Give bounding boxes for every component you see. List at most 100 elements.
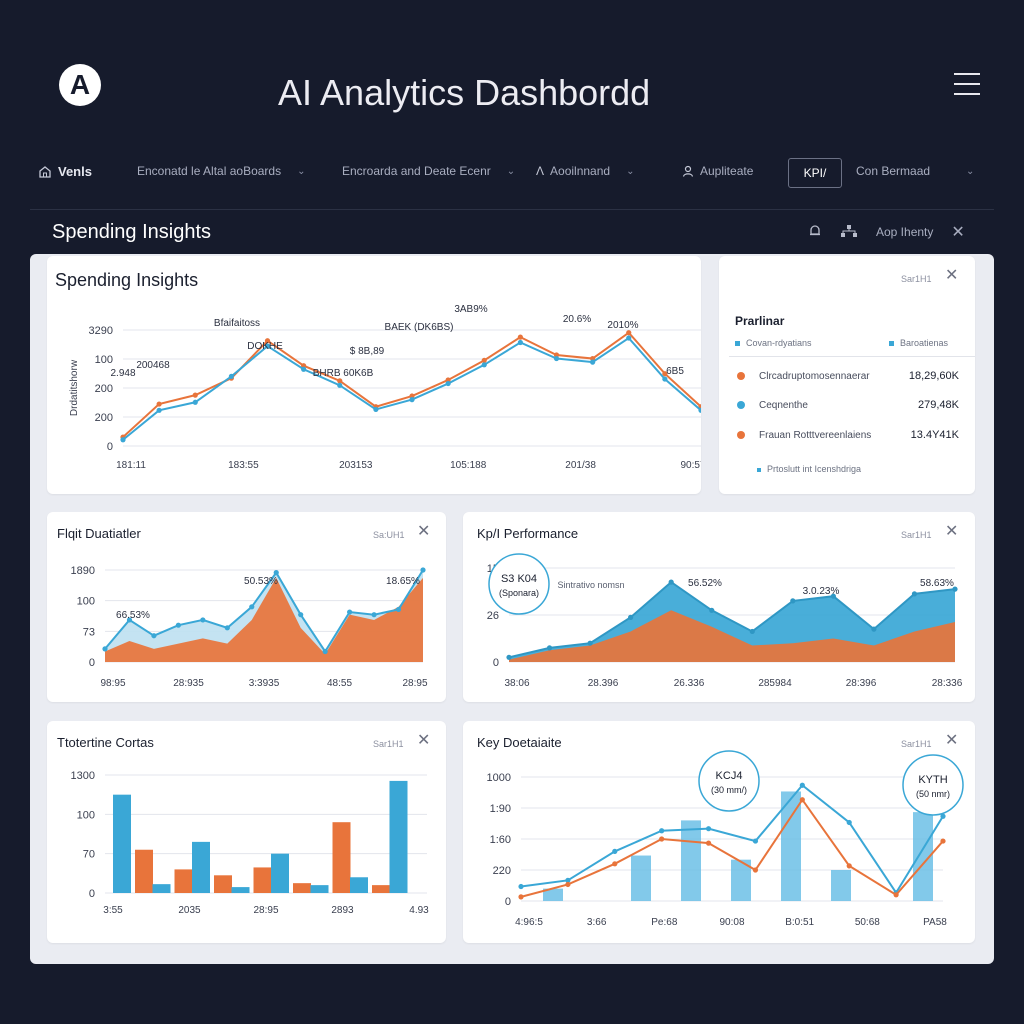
- callout-sub: (30 mm/): [711, 785, 747, 795]
- data-point: [790, 598, 796, 604]
- data-label: 6B5: [666, 366, 684, 377]
- y-tick-label: 3290: [89, 325, 113, 337]
- data-point: [298, 612, 304, 618]
- data-point: [565, 881, 571, 888]
- data-point: [102, 646, 108, 652]
- data-point: [151, 633, 157, 639]
- data-point: [175, 622, 181, 628]
- data-point: [709, 607, 715, 613]
- legend-footer: Prtoslutt int Icenshdriga: [757, 464, 861, 474]
- bar: [174, 869, 193, 893]
- data-point: [517, 339, 523, 346]
- x-tick-label: 3:3935: [249, 678, 280, 689]
- y-tick-label: 200: [95, 383, 113, 395]
- data-point: [156, 407, 162, 413]
- data-label: 3AB9%: [454, 304, 487, 315]
- bar: [350, 877, 368, 893]
- data-point: [347, 609, 353, 615]
- bar: [831, 870, 851, 901]
- hamburger-icon[interactable]: [954, 73, 980, 95]
- callout-value: KCJ4: [716, 770, 743, 782]
- nav-item-data[interactable]: Encroarda and Deate Ecenr ⌄: [342, 164, 515, 178]
- x-tick-label: 183:55: [228, 460, 259, 471]
- bar: [231, 887, 250, 893]
- data-point: [799, 797, 805, 803]
- x-tick-label: 38:06: [504, 678, 529, 689]
- data-point: [409, 397, 415, 403]
- data-point: [120, 437, 126, 443]
- data-point: [249, 604, 255, 610]
- y-tick-label: 1:90: [490, 803, 511, 815]
- x-tick-label: 4:96:5: [515, 917, 543, 928]
- bar: [192, 841, 210, 893]
- tiratline-bar-chart: 0 70 100 1300 3:55 2035 28:95 2893 4.93: [71, 770, 430, 916]
- x-tick-label: 90:08: [719, 917, 744, 928]
- y-tick-label: 200: [95, 412, 113, 424]
- x-tick-label: 203153: [339, 460, 373, 471]
- nav-item-boards[interactable]: Enconatd le Altal aoBoards ⌄: [137, 164, 306, 178]
- chevron-down-icon: ⌄: [966, 165, 975, 177]
- person-icon: [682, 165, 694, 177]
- data-point: [668, 579, 674, 585]
- legend-card: Sar1H1 ✕ Prarlinar Covan-rdyatians Baroa…: [719, 256, 975, 494]
- nav-item-updates[interactable]: Aupliteate: [682, 164, 753, 178]
- x-tick-label: 201/38: [565, 460, 596, 471]
- x-tick-label: 28:396: [846, 678, 877, 689]
- bar: [253, 867, 272, 893]
- data-point: [445, 380, 451, 387]
- data-label: 20.6%: [563, 314, 591, 325]
- bar: [271, 853, 289, 893]
- key-detail-card: Key Doetaiaite Sar1H1 ✕ 0 220 1:60 1:90 1000…: [463, 721, 975, 943]
- callout-sub: (50 nmr): [916, 789, 950, 799]
- legend-row: Clrcadruptomosennaerar 18,29,60K: [737, 370, 959, 382]
- nav-item-account[interactable]: Λ Aooilnnand ⌄: [536, 164, 634, 178]
- app-logo[interactable]: A: [59, 64, 101, 106]
- y-tick-label: 0: [107, 441, 113, 453]
- callout-value: KYTH: [918, 774, 947, 786]
- chevron-down-icon: ⌄: [626, 165, 635, 177]
- close-icon[interactable]: ✕: [945, 268, 958, 284]
- top-nav: Venls Enconatd le Altal aoBoards ⌄ Encroa…: [30, 152, 994, 194]
- close-icon[interactable]: ✕: [951, 222, 964, 242]
- flight-duration-card: Flqit Duatiatler Sa:UH1 ✕ 0 73 100 1890 98:9…: [47, 512, 446, 702]
- y-tick-label: 26: [487, 610, 499, 622]
- bar: [681, 820, 701, 901]
- card-meta: Sar1H1: [901, 274, 932, 284]
- tiratline-card: Ttotertine Cortas Sar1H1 ✕ 0 70 100 1300 3:5…: [47, 721, 446, 943]
- nav-divider: [30, 209, 994, 210]
- data-point: [940, 838, 946, 844]
- app-identity-link[interactable]: Aop Ihenty: [876, 225, 933, 239]
- data-label: 18.65%: [386, 576, 420, 587]
- bar: [214, 875, 232, 893]
- x-tick-label: 28.396: [588, 678, 619, 689]
- data-label: 66.53%: [116, 610, 150, 621]
- data-point: [662, 376, 668, 382]
- data-point: [322, 648, 328, 655]
- legend-title: Prarlinar: [735, 314, 785, 328]
- x-tick-label: 50:68: [855, 917, 880, 928]
- nav-item-bermaad[interactable]: Con Bermaad ⌄: [856, 164, 974, 178]
- bar: [113, 794, 131, 893]
- bar: [332, 822, 351, 893]
- data-point: [224, 625, 230, 631]
- x-tick-label: 28:336: [932, 678, 963, 689]
- data-point: [846, 819, 852, 826]
- network-icon[interactable]: [840, 224, 858, 241]
- kpi-area-chart: 0261538:0628.39626.33628598428:39628:336…: [487, 553, 963, 689]
- data-point: [506, 654, 512, 660]
- y-tick-label: 70: [83, 849, 95, 861]
- data-point: [337, 382, 343, 388]
- x-tick-label: Pe:68: [651, 917, 678, 928]
- bell-icon[interactable]: [808, 224, 822, 241]
- data-point: [481, 362, 487, 368]
- y-tick-label: 100: [77, 809, 95, 821]
- y-tick-label: 220: [493, 865, 511, 877]
- x-tick-label: B:0:51: [785, 917, 814, 928]
- kpi-button[interactable]: KPI/: [788, 158, 842, 188]
- data-point: [590, 359, 596, 365]
- y-tick-label: 0: [505, 896, 511, 908]
- data-point: [518, 894, 524, 900]
- legend-dot: [737, 372, 745, 380]
- nav-item-home[interactable]: Venls: [38, 164, 92, 179]
- x-tick-label: 28:95: [402, 678, 427, 689]
